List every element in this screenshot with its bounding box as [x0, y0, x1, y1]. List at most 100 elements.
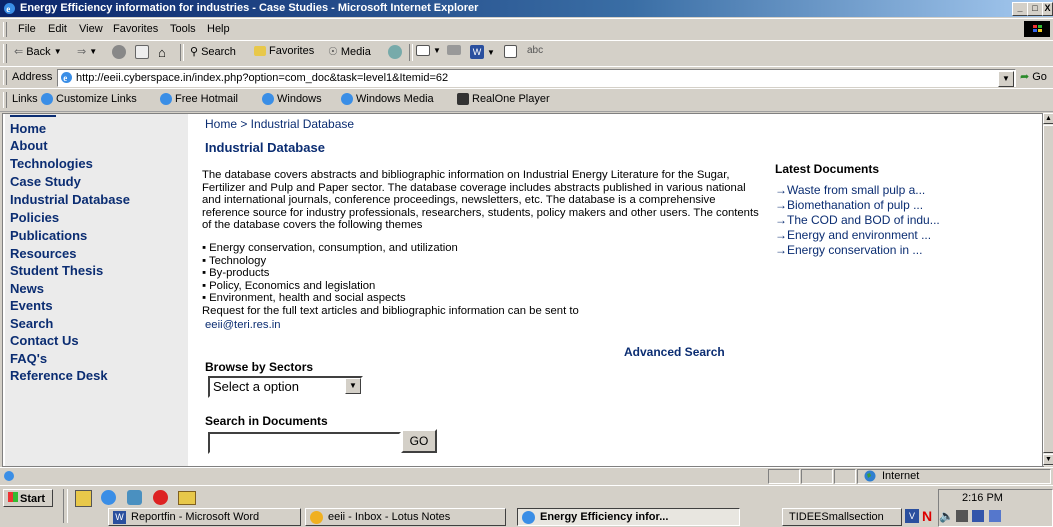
nav-policies[interactable]: Policies	[10, 210, 59, 225]
printer-icon	[447, 45, 461, 55]
start-label: Start	[20, 493, 46, 505]
back-button[interactable]: ⇐ Back ▼	[14, 45, 62, 59]
go-button[interactable]: ➦ Go	[1020, 70, 1047, 84]
media-quicklaunch-icon[interactable]	[153, 490, 168, 505]
link-label: Windows Media	[356, 93, 434, 105]
menu-help[interactable]: Help	[207, 23, 230, 35]
spell-check-button[interactable]: abc	[527, 45, 543, 56]
address-dropdown-button[interactable]: ▼	[998, 71, 1014, 87]
nav-case-study[interactable]: Case Study	[10, 174, 81, 189]
nav-news[interactable]: News	[10, 281, 44, 296]
nav-technologies[interactable]: Technologies	[10, 156, 93, 171]
request-text: Request for the full text articles and b…	[202, 305, 579, 317]
nav-reference-desk[interactable]: Reference Desk	[10, 368, 108, 383]
history-button[interactable]	[388, 45, 402, 59]
nav-publications[interactable]: Publications	[10, 228, 87, 243]
refresh-button[interactable]	[135, 45, 149, 59]
maximize-button[interactable]: □	[1027, 2, 1043, 16]
search-button[interactable]: ⚲ Search	[190, 45, 236, 59]
sector-select[interactable]: Select a option ▼	[208, 376, 363, 398]
nav-about[interactable]: About	[10, 138, 48, 153]
menu-edit[interactable]: Edit	[48, 23, 67, 35]
mail-icon	[416, 45, 430, 56]
nav-faqs[interactable]: FAQ's	[10, 351, 47, 366]
chevron-down-icon: ▼	[433, 46, 441, 55]
chevron-down-icon: ▼	[89, 47, 98, 56]
nav-contact-us[interactable]: Contact Us	[10, 333, 79, 348]
nav-home[interactable]: Home	[10, 121, 46, 136]
menu-tools[interactable]: Tools	[170, 23, 196, 35]
language-icon[interactable]: V	[905, 509, 919, 523]
refresh-icon	[135, 45, 149, 59]
scroll-up-button[interactable]: ▲	[1043, 113, 1053, 124]
mail-button[interactable]: ▼	[416, 45, 441, 56]
back-label: Back	[26, 45, 51, 58]
address-bar: Address e http://eeii.cyberspace.in/inde…	[0, 66, 1053, 89]
print-button[interactable]	[447, 45, 461, 55]
link-realone-player[interactable]: RealOne Player	[457, 93, 550, 105]
favorites-button[interactable]: Favorites	[254, 45, 314, 57]
address-field[interactable]: e http://eeii.cyberspace.in/index.php?op…	[57, 69, 1016, 87]
vertical-scrollbar[interactable]: ▲ ▼	[1042, 113, 1053, 466]
nav-student-thesis[interactable]: Student Thesis	[10, 263, 103, 278]
search-go-button[interactable]: GO	[401, 429, 437, 453]
advanced-search-link[interactable]: Advanced Search	[624, 345, 725, 359]
start-button[interactable]: Start	[3, 489, 53, 507]
link-windows[interactable]: Windows	[262, 93, 322, 105]
lotus-notes-icon	[310, 511, 323, 524]
latest-document-link[interactable]: →Energy and environment ...	[775, 228, 940, 243]
menu-file[interactable]: File	[18, 23, 36, 35]
media-button[interactable]: ☉ Media	[328, 45, 371, 59]
link-windows-media[interactable]: Windows Media	[341, 93, 434, 105]
chevron-down-icon[interactable]: ▼	[345, 378, 361, 394]
status-panel	[834, 469, 856, 484]
scroll-thumb[interactable]	[1043, 125, 1053, 453]
stop-button[interactable]	[112, 45, 126, 59]
ie-link-icon	[41, 93, 53, 105]
nav-resources[interactable]: Resources	[10, 246, 76, 261]
task-tideesmallsection[interactable]: TIDEESmallsection	[782, 508, 902, 526]
task-lotus-notes[interactable]: eeii - Inbox - Lotus Notes	[305, 508, 506, 526]
latest-document-link[interactable]: →Waste from small pulp a...	[775, 183, 940, 198]
folder-quicklaunch-icon[interactable]	[178, 491, 196, 505]
network-icon[interactable]	[956, 510, 968, 522]
status-bar: Internet	[0, 467, 1053, 485]
latest-document-link[interactable]: →Energy conservation in ...	[775, 243, 940, 258]
browse-sectors-label: Browse by Sectors	[205, 360, 314, 374]
email-link[interactable]: eeii@teri.res.in	[205, 319, 281, 331]
latest-document-link[interactable]: →Biomethanation of pulp ...	[775, 198, 940, 213]
close-button[interactable]: X	[1042, 2, 1053, 16]
menu-view[interactable]: View	[79, 23, 103, 35]
search-documents-input[interactable]	[208, 432, 401, 454]
link-customize-links[interactable]: Customize Links	[41, 93, 137, 105]
nav-top-rule	[10, 115, 56, 117]
task-word[interactable]: W Reportfin - Microsoft Word	[108, 508, 301, 526]
minimize-button[interactable]: _	[1012, 2, 1028, 16]
scroll-down-button[interactable]: ▼	[1043, 454, 1053, 465]
spell-check-icon: abc	[527, 45, 544, 56]
discuss-icon	[504, 45, 517, 58]
home-button[interactable]: ⌂	[158, 45, 166, 60]
discuss-button[interactable]	[504, 45, 517, 58]
ie-quicklaunch-icon[interactable]	[101, 490, 116, 505]
back-arrow-icon: ⇐	[14, 46, 24, 58]
forward-button[interactable]: ⇒ ▼	[77, 45, 97, 58]
task-label: Reportfin - Microsoft Word	[131, 511, 260, 523]
security-icon[interactable]	[972, 510, 984, 522]
link-free-hotmail[interactable]: Free Hotmail	[160, 93, 238, 105]
nav-industrial-database[interactable]: Industrial Database	[10, 192, 130, 207]
edit-button[interactable]: W ▼	[470, 45, 495, 59]
menu-favorites[interactable]: Favorites	[113, 23, 158, 35]
task-internet-explorer[interactable]: Energy Efficiency infor...	[517, 508, 740, 526]
antivirus-icon[interactable]	[989, 510, 1001, 522]
clock[interactable]: 2:16 PM	[962, 492, 1003, 504]
outlook-quicklaunch-icon[interactable]	[127, 490, 142, 505]
nav-events[interactable]: Events	[10, 298, 53, 313]
breadcrumb[interactable]: Home > Industrial Database	[205, 117, 354, 131]
title-bar[interactable]: e Energy Efficiency information for indu…	[0, 0, 1053, 17]
norton-icon[interactable]: N	[922, 508, 932, 524]
latest-document-link[interactable]: →The COD and BOD of indu...	[775, 213, 940, 228]
show-desktop-icon[interactable]	[75, 490, 92, 507]
volume-icon[interactable]: 🔈	[939, 509, 954, 523]
nav-search[interactable]: Search	[10, 316, 53, 331]
